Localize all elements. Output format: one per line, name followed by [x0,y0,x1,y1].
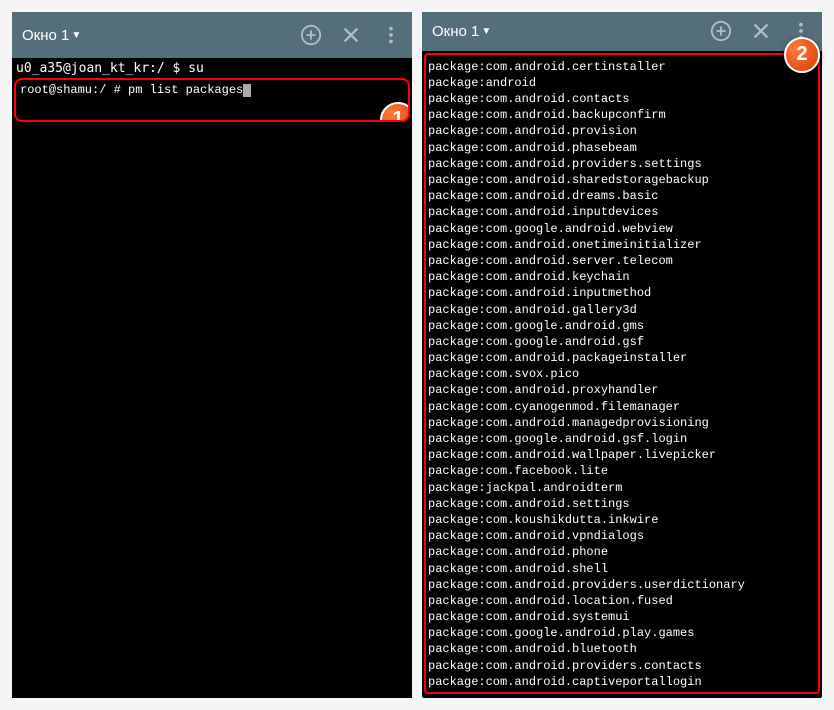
window-title-text: Окно 1 [432,23,479,40]
terminal-empty-space[interactable] [12,122,412,698]
package-line: package:com.android.gallery3d [428,302,816,318]
package-line: package:com.android.onetimeinitializer [428,237,816,253]
package-line: package:com.facebook.lite [428,463,816,479]
package-line: package:com.android.inputmethod [428,285,816,301]
package-line: package:com.android.location.fused [428,593,816,609]
prompt-text: root@shamu:/ # pm list packages [20,83,243,97]
step-badge-1: 1 [380,102,410,122]
package-line: package:com.koushikdutta.inkwire [428,512,816,528]
package-line: package:com.svox.pico [428,366,816,382]
package-line: package:android [428,75,816,91]
package-line: package:com.android.providers.settings [428,156,816,172]
terminal-prompt-line: root@shamu:/ # pm list packages [20,82,404,98]
package-line: package:com.android.settings [428,496,816,512]
package-line: package:com.android.wallpaper.livepicker [428,447,816,463]
package-line: package:com.android.dreams.basic [428,188,816,204]
package-line: package:com.android.providers.userdictio… [428,577,816,593]
cursor [243,84,251,97]
add-tab-icon[interactable] [710,20,732,42]
package-line: package:com.android.proxyhandler [428,382,816,398]
menu-icon[interactable] [380,24,402,46]
step-badge-2: 2 [784,37,820,73]
terminal-window-left: Окно 1 ▼ u0_a35@joan_kt_kr:/ $ su root@s… [12,12,412,698]
package-line: package:com.android.inputdevices [428,204,816,220]
package-line: package:jackpal.androidterm [428,480,816,496]
package-line: package:com.android.keychain [428,269,816,285]
titlebar-left: Окно 1 ▼ [12,12,412,58]
terminal-body-left[interactable]: root@shamu:/ # pm list packages 1 [14,78,410,122]
terminal-body-right[interactable]: package:com.android.certinstallerpackage… [424,53,820,694]
window-title-left[interactable]: Окно 1 ▼ [22,27,300,44]
package-line: package:com.google.android.webview [428,221,816,237]
package-line: package:com.android.packageinstaller [428,350,816,366]
package-line: package:com.android.phasebeam [428,140,816,156]
terminal-body-wrap-right: 2 package:com.android.certinstallerpacka… [422,51,822,698]
package-line: package:com.android.provision [428,123,816,139]
package-line: package:com.google.android.gsf.login [428,431,816,447]
package-line: package:com.android.systemui [428,609,816,625]
package-line: package:com.google.android.gms [428,318,816,334]
package-line: package:com.google.android.play.games [428,625,816,641]
package-line: package:com.android.captiveportallogin [428,674,816,690]
package-line: package:com.android.phone [428,544,816,560]
close-icon[interactable] [340,24,362,46]
window-title-text: Окно 1 [22,27,69,44]
package-line: package:com.android.sharedstoragebackup [428,172,816,188]
terminal-window-right: Окно 1 ▼ 2 package:com.android.certinsta… [422,12,822,698]
package-line: package:com.android.vpndialogs [428,528,816,544]
package-line: package:com.android.server.telecom [428,253,816,269]
close-icon[interactable] [750,20,772,42]
package-line: package:com.android.providers.contacts [428,658,816,674]
dropdown-arrow-icon: ▼ [71,30,81,41]
titlebar-actions-left [300,24,402,46]
window-title-right[interactable]: Окно 1 ▼ [432,23,710,40]
package-line: package:com.android.managedprovisioning [428,415,816,431]
titlebar-right: Окно 1 ▼ [422,12,822,51]
terminal-body-wrap-left: u0_a35@joan_kt_kr:/ $ su root@shamu:/ # … [12,58,412,122]
package-line: package:com.android.contacts [428,91,816,107]
package-line: package:com.android.bluetooth [428,641,816,657]
add-tab-icon[interactable] [300,24,322,46]
dropdown-arrow-icon: ▼ [481,26,491,37]
package-line: package:com.android.certinstaller [428,59,816,75]
package-line: package:com.android.backupconfirm [428,107,816,123]
package-line: package:com.google.android.gsf [428,334,816,350]
terminal-line: u0_a35@joan_kt_kr:/ $ su [12,58,412,78]
package-line: package:com.android.shell [428,561,816,577]
package-line: package:com.cyanogenmod.filemanager [428,399,816,415]
